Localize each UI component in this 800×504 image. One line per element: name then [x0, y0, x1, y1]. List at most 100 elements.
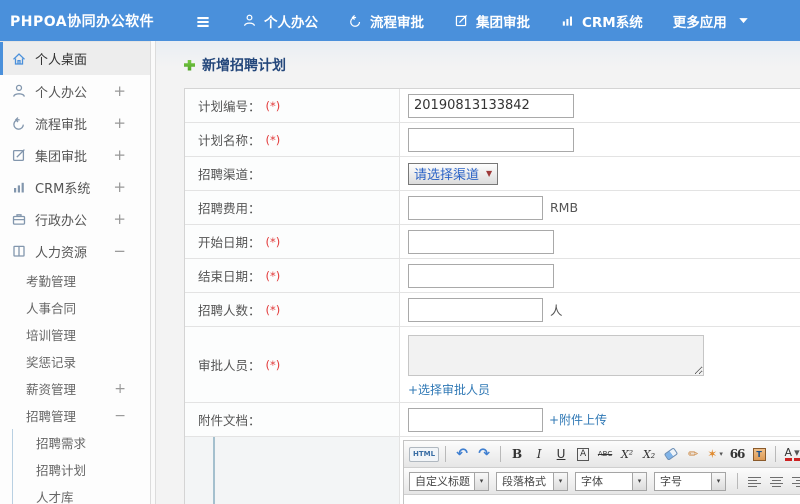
html-source-button[interactable]: HTML [409, 446, 440, 462]
sidebar-item-admin-office[interactable]: 行政办公 + [0, 203, 150, 235]
bold-button[interactable]: B [507, 444, 527, 464]
strikethrough-button[interactable]: ABC [595, 444, 615, 464]
cost-unit: RMB [550, 200, 579, 215]
start-date-row: 开始日期： (*) [185, 225, 800, 259]
sidebar-item-personal-desktop[interactable]: 个人桌面 [0, 42, 150, 75]
flow-icon [348, 13, 363, 28]
user-icon [242, 13, 257, 28]
attachment-input[interactable] [408, 407, 543, 432]
attachment-upload-link[interactable]: +附件上传 [549, 411, 607, 428]
sidebar-item-label: 流程审批 [35, 117, 88, 133]
nav-group-approval[interactable]: 集团审批 [454, 11, 530, 31]
end-date-input[interactable] [408, 263, 554, 288]
nav-crm[interactable]: CRM系统 [560, 11, 643, 31]
auto-typeset-button[interactable]: ✶ ▾ [705, 444, 725, 464]
channel-select[interactable]: 请选择渠道 ▼ [408, 162, 499, 185]
collapse-icon[interactable]: − [114, 408, 126, 424]
sidebar-item-label: CRM系统 [35, 181, 91, 197]
italic-button[interactable]: I [529, 444, 549, 464]
sidebar-item-training[interactable]: 培训管理 [0, 321, 150, 348]
sidebar-item-attendance[interactable]: 考勤管理 [0, 267, 150, 294]
sidebar-item-hr-contract[interactable]: 人事合同 [0, 294, 150, 321]
sidebar-item-crm[interactable]: CRM系统 + [0, 171, 150, 203]
toolbar-separator [737, 473, 738, 489]
chevron-down-icon: ▾ [719, 450, 723, 458]
expand-icon[interactable]: + [113, 178, 126, 196]
editor-row-label-cell [185, 437, 400, 504]
underline-button[interactable]: U [551, 444, 571, 464]
edit-icon [11, 147, 27, 163]
select-approver-link[interactable]: +选择审批人员 [408, 381, 490, 398]
hamburger-menu-icon[interactable] [194, 13, 212, 29]
editor-body[interactable] [404, 495, 800, 504]
approver-textarea[interactable] [408, 335, 704, 376]
content-editor-row: HTML ↶ ↷ B I U A ABC X² X₂ ✏ ✶ ▾ 66 T A … [185, 437, 800, 504]
align-left-icon [747, 476, 761, 487]
cost-input[interactable] [408, 195, 543, 220]
channel-label: 招聘渠道： [198, 167, 261, 182]
sidebar-item-personal-office[interactable]: 个人办公 + [0, 75, 150, 107]
toolbar-separator [445, 446, 447, 462]
start-date-input[interactable] [408, 229, 554, 254]
plan-no-input[interactable] [408, 93, 574, 118]
redo-button[interactable]: ↷ [474, 444, 494, 464]
font-color-button[interactable]: A ▾ [782, 444, 800, 464]
expand-icon[interactable]: + [114, 381, 126, 397]
expand-icon[interactable]: + [113, 114, 126, 132]
nav-workflow-approval[interactable]: 流程审批 [348, 11, 424, 31]
sidebar-item-workflow-approval[interactable]: 流程审批 + [0, 107, 150, 139]
toolbar-separator [775, 446, 777, 462]
sidebar-item-recruit-demand[interactable]: 招聘需求 [13, 429, 150, 456]
book-icon [11, 243, 27, 259]
expand-icon[interactable]: + [113, 146, 126, 164]
sidebar-item-salary[interactable]: 薪资管理 + [0, 375, 150, 402]
heading-select[interactable]: 自定义标题 ▾ [409, 471, 489, 491]
end-date-label: 结束日期： [198, 269, 261, 284]
approver-label: 审批人员： [198, 358, 261, 373]
plan-name-input[interactable] [408, 127, 574, 152]
collapse-icon[interactable]: − [113, 242, 126, 260]
font-family-select[interactable]: 字体 ▾ [575, 471, 647, 491]
main-content: 新增招聘计划 计划编号： (*) 计划名称： (*) [156, 41, 800, 504]
align-center-button[interactable] [766, 471, 786, 491]
sidebar-item-label: 个人办公 [35, 85, 88, 101]
headcount-row: 招聘人数： (*) 人 [185, 293, 800, 327]
paste-text-button[interactable]: T [749, 444, 769, 464]
align-left-button[interactable] [744, 471, 764, 491]
required-mark: (*) [265, 98, 281, 113]
sidebar: 个人桌面 个人办公 + 流程审批 + 集团审批 + CRM系统 + 行政办公 +… [0, 41, 150, 504]
superscript-button[interactable]: X² [617, 444, 637, 464]
nav-label: CRM系统 [582, 14, 643, 31]
headcount-input[interactable] [408, 297, 543, 322]
app-title: PHPOA协同办公软件 [10, 13, 155, 30]
sidebar-item-hr[interactable]: 人力资源 − [0, 235, 150, 267]
sidebar-item-label: 集团审批 [35, 149, 88, 165]
align-right-button[interactable] [788, 471, 800, 491]
subscript-button[interactable]: X₂ [639, 444, 659, 464]
sidebar-item-label: 培训管理 [26, 328, 77, 343]
blockquote-button[interactable]: 66 [727, 444, 747, 464]
sidebar-item-recruit-mgmt[interactable]: 招聘管理 − [0, 402, 150, 429]
format-brush-button[interactable]: ✏ [683, 444, 703, 464]
nav-personal-office[interactable]: 个人办公 [242, 11, 318, 31]
approver-row: 审批人员： (*) +选择审批人员 [185, 327, 800, 403]
paragraph-format-select[interactable]: 段落格式 ▾ [496, 471, 568, 491]
sidebar-item-label: 人才库 [36, 490, 74, 504]
char-border-button[interactable]: A [573, 444, 593, 464]
attachment-row: 附件文档： +附件上传 [185, 403, 800, 437]
undo-button[interactable]: ↶ [452, 444, 472, 464]
nav-more-apps[interactable]: 更多应用 [673, 11, 751, 31]
sidebar-item-recruit-plan[interactable]: 招聘计划 [13, 456, 150, 483]
remove-format-button[interactable] [661, 444, 681, 464]
expand-icon[interactable]: + [113, 82, 126, 100]
expand-icon[interactable]: + [113, 210, 126, 228]
align-right-icon [791, 476, 800, 487]
sidebar-item-rewards[interactable]: 奖惩记录 [0, 348, 150, 375]
sidebar-item-talent-pool[interactable]: 人才库 [13, 483, 150, 504]
sidebar-item-group-approval[interactable]: 集团审批 + [0, 139, 150, 171]
wand-icon: ✶ [707, 447, 718, 461]
toolbar-separator [500, 446, 502, 462]
plan-name-row: 计划名称： (*) [185, 123, 800, 157]
font-size-select[interactable]: 字号 ▾ [654, 471, 726, 491]
paste-icon: T [752, 447, 766, 461]
